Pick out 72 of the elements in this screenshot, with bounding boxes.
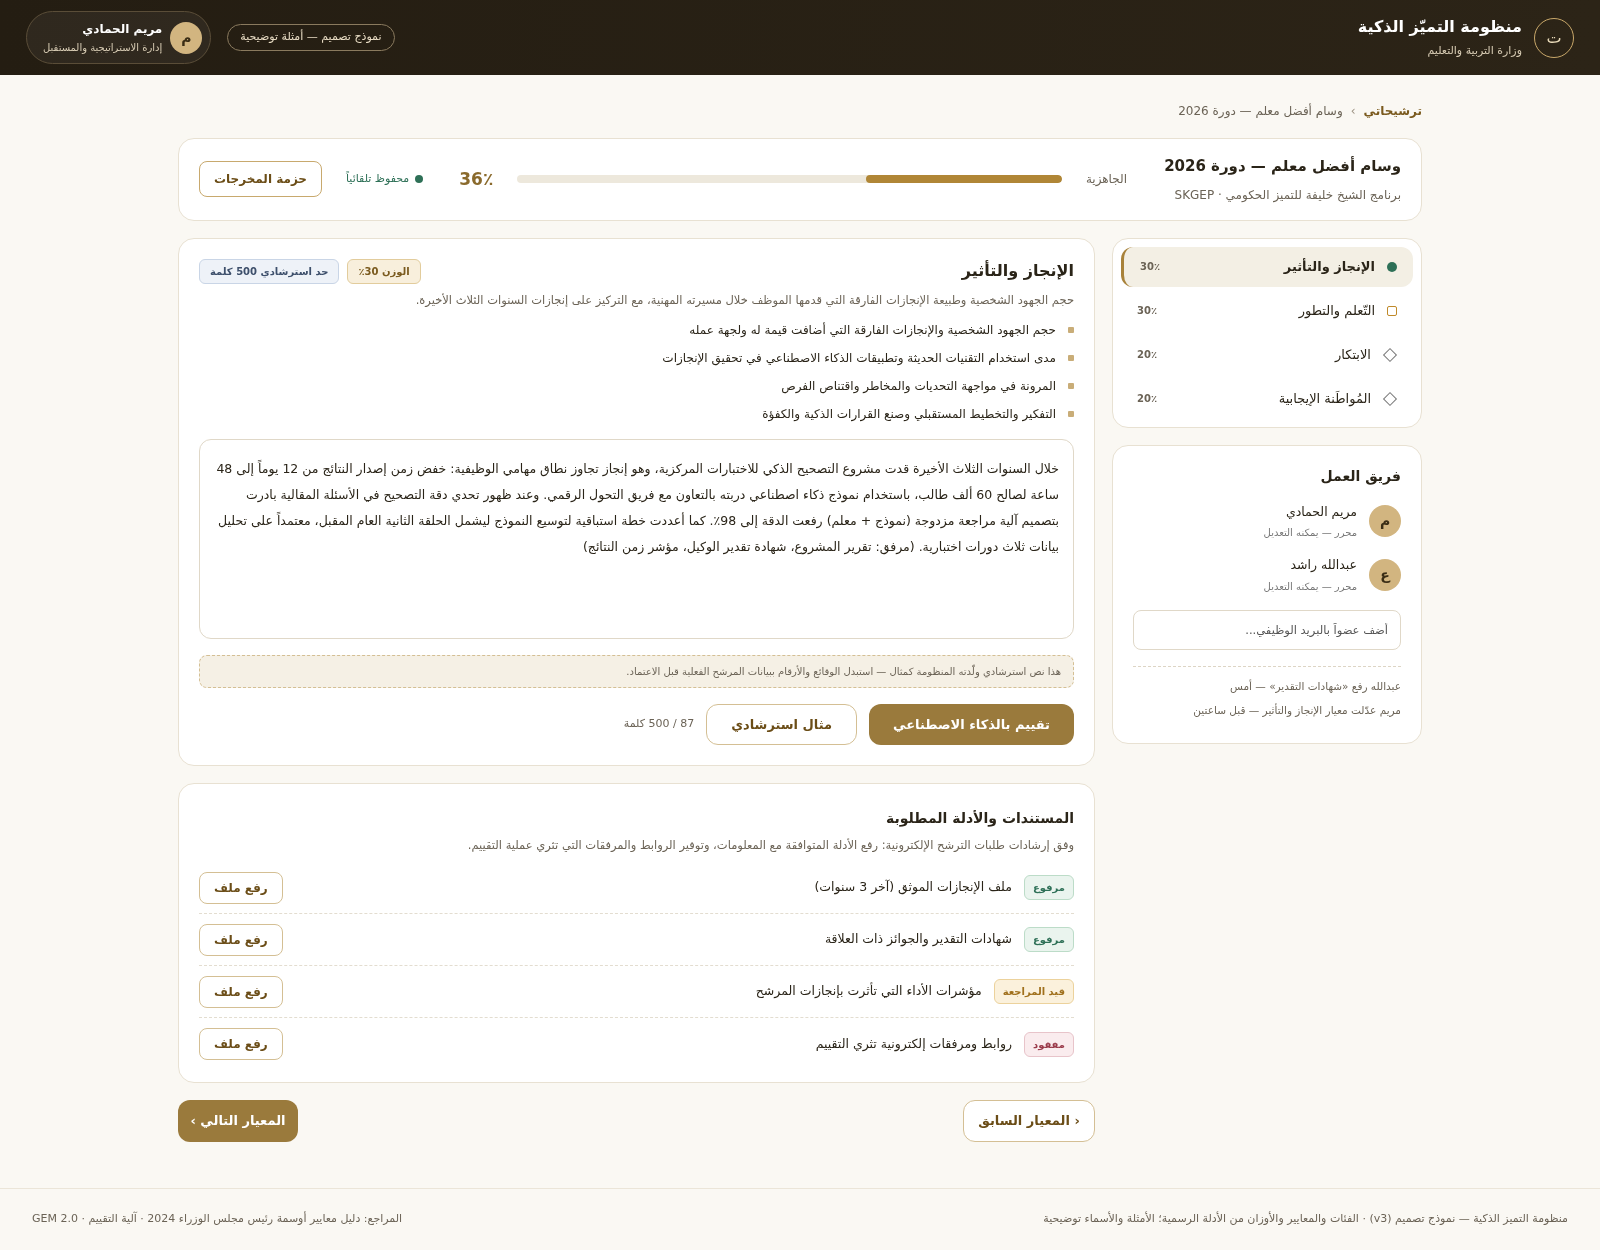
readiness-percent: 36٪ bbox=[459, 167, 494, 191]
evidence-label: روابط ومرفقات إلكترونية تثري التقييم bbox=[815, 1034, 1012, 1054]
breadcrumb-current: وسام أفضل معلم — دورة 2026 bbox=[1178, 102, 1343, 120]
upload-button[interactable]: رفع ملف bbox=[199, 871, 283, 904]
award-title: وسام أفضل معلم — دورة 2026 bbox=[1163, 155, 1401, 177]
ai-evaluate-button[interactable]: تقييم بالذكاء الاصطناعي bbox=[869, 703, 1074, 745]
status-badge: قيد المراجعة bbox=[993, 979, 1074, 1004]
team-title: فريق العمل bbox=[1319, 466, 1401, 487]
bullet-icon bbox=[1068, 354, 1074, 361]
weight-badge: الوزن 30٪ bbox=[347, 258, 421, 284]
evidence-title: المستندات والأدلة المطلوبة bbox=[885, 808, 1074, 829]
criterion-title: الإنجاز والتأثير bbox=[961, 259, 1074, 282]
criterion-weight: 20٪ bbox=[1137, 392, 1158, 406]
criterion-description: حجم الجهود الشخصية وطبيعة الإنجازات الفارقة التي قدمها الموظف خلال مسيرته المهنية، مع التركيز على إنجازات السنوات الثلاث الأخيرة. bbox=[414, 291, 1074, 309]
word-count: 87 / 500 كلمة bbox=[623, 716, 695, 732]
member-role: محرر — يمكنه التعديل bbox=[1263, 580, 1357, 594]
member-name: عبدالله راشد bbox=[1289, 556, 1357, 575]
user-name: مريم الحمادي bbox=[81, 21, 163, 38]
activity-entry: مريم عدّلت معيار الإنجاز والتأثير — قبل ساعتين bbox=[1192, 702, 1401, 719]
member-avatar: ع bbox=[1369, 559, 1401, 592]
evidence-label: مؤشرات الأداء التي تأثرت بإنجازات المرشح bbox=[755, 982, 982, 1001]
app-title: منظومة التميّز الذكية bbox=[1357, 16, 1522, 39]
criterion-label: التّعلم والتطور bbox=[1298, 301, 1375, 321]
upload-button[interactable]: رفع ملف bbox=[199, 975, 283, 1008]
previous-button[interactable]: ‹ المعيار السابق bbox=[963, 1100, 1095, 1142]
upload-button[interactable]: رفع ملف bbox=[199, 1028, 283, 1060]
criterion-point: مدى استخدام التقنيات الحديثة وتطبيقات الذكاء الاصطناعي في تحقيق الإنجازات bbox=[662, 349, 1056, 367]
evidence-description: وفق إرشادات طلبات الترشح الإلكترونية: رفع الأدلة المتوافقة مع المعلومات، وتوفير الروابط والمرفقات التي تثري عملية التقييم. bbox=[466, 836, 1074, 854]
upload-button[interactable]: رفع ملف bbox=[199, 923, 283, 956]
status-badge: مرفوع bbox=[1023, 927, 1074, 952]
footer-references: المراجع: دليل معايير أوسمة رئيس مجلس الوزراء 2024 · آلية التقييم · GEM 2.0 bbox=[32, 1211, 403, 1228]
package-button[interactable]: حزمة المخرجات bbox=[199, 161, 322, 198]
breadcrumb-link[interactable]: ترشيحاتي bbox=[1363, 102, 1422, 120]
bullet-icon bbox=[1068, 326, 1074, 333]
criterion-point: التفكير والتخطيط المستقبلي وصنع القرارات الذكية والكفؤة bbox=[762, 405, 1056, 423]
bullet-icon bbox=[1068, 382, 1074, 389]
app-subtitle: وزارة التربية والتعليم bbox=[1426, 43, 1522, 60]
user-department: إدارة الاستراتيجية والمستقبل bbox=[43, 41, 163, 55]
criterion-point: المرونة في مواجهة التحديات والمخاطر واقتناص الفرص bbox=[781, 377, 1056, 395]
criterion-item[interactable]: الابتكار 20٪ bbox=[1121, 334, 1413, 375]
criterion-item[interactable]: التّعلم والتطور 30٪ bbox=[1121, 290, 1413, 331]
answer-field[interactable]: خلال السنوات الثلاث الأخيرة قدت مشروع التصحيح الذكي للاختبارات المركزية، وهو إنجاز تجاوز نطاق مهامي الوظيفية: خفض زمن إصدار النتائج من 12 يوماً إلى 48 ساعة لصالح 60 ألف طالب، باستخدام نموذج ذكاء اصطناعي دربته بالتعاون مع فريق التحول الرقمي. وعند ظهور تحدي دقة التصحيح في الأسئلة المقالية بادرت بتصميم آلية مراجعة مزدوجة (نموذج + معلم) رفعت الدقة إلى 98٪. كما أعددت خطة استباقية لتوسيع النموذج ليشمل الحلقة الثانية العام المقبل، معتمداً على تحليل بيانات ثلاث دورات اختبارية. (مرفق: تقرير المشروع، شهادة تقدير الوكيل، مؤشر زمن النتائج) bbox=[199, 438, 1074, 639]
example-button[interactable]: مثال استرشادي bbox=[706, 703, 858, 745]
member-name: مريم الحمادي bbox=[1284, 502, 1357, 522]
activity-entry: عبدالله رفع «شهادات التقدير» — أمس bbox=[1229, 679, 1401, 695]
criterion-item[interactable]: المُواطَنة الإيجابية 20٪ bbox=[1121, 378, 1413, 419]
example-notice: هذا نص استرشادي ولّدته المنظومة كمثال — استبدل الوقائع والأرقام ببيانات المرشح الفعلية قبل الاعتماد. bbox=[199, 654, 1074, 688]
criterion-weight: 20٪ bbox=[1137, 348, 1158, 362]
criterion-weight: 30٪ bbox=[1140, 260, 1161, 274]
bullet-icon bbox=[1068, 410, 1074, 417]
readiness-label: الجاهزية bbox=[1085, 171, 1127, 189]
breadcrumb-separator: › bbox=[1350, 103, 1356, 120]
member-avatar: م bbox=[1369, 505, 1401, 538]
user-avatar: م bbox=[170, 21, 203, 54]
criterion-weight: 30٪ bbox=[1137, 304, 1158, 318]
criterion-label: الابتكار bbox=[1335, 345, 1371, 364]
criterion-item[interactable]: الإنجاز والتأثير 30٪ bbox=[1121, 246, 1413, 287]
evidence-label: ملف الإنجازات الموثق (آخر 3 سنوات) bbox=[814, 878, 1012, 897]
criterion-point: حجم الجهود الشخصية والإنجازات الفارقة التي أضافت قيمة له ولجهة عمله bbox=[689, 321, 1056, 339]
evidence-label: شهادات التقدير والجوائز ذات العلاقة bbox=[824, 930, 1012, 949]
user-chip[interactable]: م مريم الحمادي إدارة الاستراتيجية والمستقبل bbox=[26, 11, 212, 64]
footer-note: منظومة التميز الذكية — نموذج تصميم (v3) · الفئات والمعايير والأوزان من الأدلة الرسمية؛ الأمثلة والأسماء توضيحية bbox=[1043, 1211, 1568, 1228]
award-program: برنامج الشيخ خليفة للتميز الحكومي · SKGEP bbox=[1173, 186, 1401, 204]
next-button[interactable]: المعيار التالي › bbox=[178, 1100, 298, 1142]
word-limit-badge: حد استرشادي 500 كلمة bbox=[199, 258, 340, 284]
criterion-label: المُواطَنة الإيجابية bbox=[1278, 389, 1371, 409]
criterion-label: الإنجاز والتأثير bbox=[1283, 257, 1375, 276]
member-role: محرر — يمكنه التعديل bbox=[1263, 526, 1357, 541]
status-badge: مفقود bbox=[1024, 1031, 1074, 1057]
square-icon bbox=[1387, 305, 1397, 316]
status-badge: مرفوع bbox=[1023, 875, 1074, 900]
saved-status: محفوظ تلقائياً bbox=[346, 171, 410, 187]
